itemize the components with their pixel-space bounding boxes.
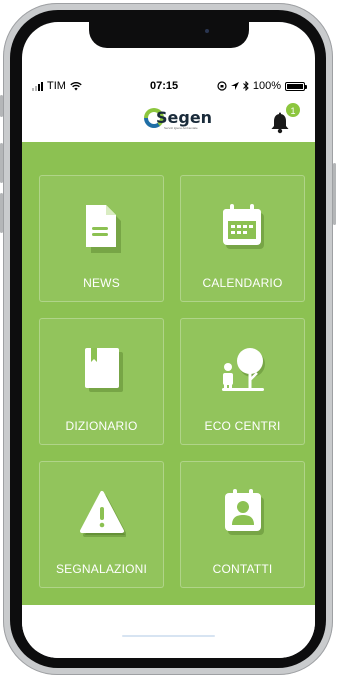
document-icon (85, 205, 121, 253)
eco-center-icon (221, 348, 265, 391)
signal-icon (32, 81, 43, 91)
orientation-lock-icon (217, 81, 227, 91)
tile-contatti-label: CONTATTI (212, 562, 273, 576)
volume-down-button (0, 193, 3, 233)
carrier-label: TIM (47, 80, 66, 92)
tile-segnalazioni-label: SEGNALAZIONI (55, 562, 148, 576)
tile-dizionario-label: DIZIONARIO (65, 419, 138, 433)
calendar-icon (222, 204, 264, 249)
segen-logo[interactable]: Segen Servizi Igiene Ambientale (144, 108, 213, 130)
side-button (0, 95, 3, 117)
tile-dizionario[interactable]: DIZIONARIO (39, 318, 164, 445)
notch (89, 22, 249, 48)
bluetooth-icon (243, 81, 249, 91)
tile-calendario[interactable]: CALENDARIO (180, 175, 305, 302)
volume-up-button (0, 143, 3, 183)
wifi-icon (70, 81, 82, 90)
tile-eco-centri[interactable]: ECO CENTRI (180, 318, 305, 445)
status-bar: TIM 07:15 100% (22, 80, 315, 96)
tile-calendario-label: CALENDARIO (202, 276, 283, 290)
app-screen: TIM 07:15 100% Segen Servizi Igiene Ambi… (22, 22, 315, 658)
tile-segnalazioni[interactable]: SEGNALAZIONI (39, 461, 164, 588)
contact-icon (224, 489, 264, 535)
logo-subtext: Servizi Igiene Ambientale (164, 126, 198, 130)
camera-icon (205, 29, 209, 33)
tile-news-label: NEWS (83, 276, 120, 290)
battery-percent: 100% (252, 80, 281, 92)
menu-grid: NEWS CALENDARIO DIZIONARIO ECO CENTRI SE… (22, 142, 315, 605)
bottom-area (22, 605, 315, 658)
tile-eco-centri-label: ECO CENTRI (204, 419, 281, 433)
status-time: 07:15 (150, 80, 179, 92)
logo-text: Segen (156, 108, 213, 127)
battery-icon (285, 81, 307, 91)
power-button (333, 163, 336, 225)
app-header: Segen Servizi Igiene Ambientale 1 (22, 100, 315, 142)
home-indicator[interactable] (122, 635, 215, 637)
notification-badge: 1 (285, 102, 301, 118)
tile-contatti[interactable]: CONTATTI (180, 461, 305, 588)
warning-icon (79, 491, 126, 537)
tile-news[interactable]: NEWS (39, 175, 164, 302)
location-icon (230, 81, 239, 90)
book-icon (84, 348, 123, 392)
